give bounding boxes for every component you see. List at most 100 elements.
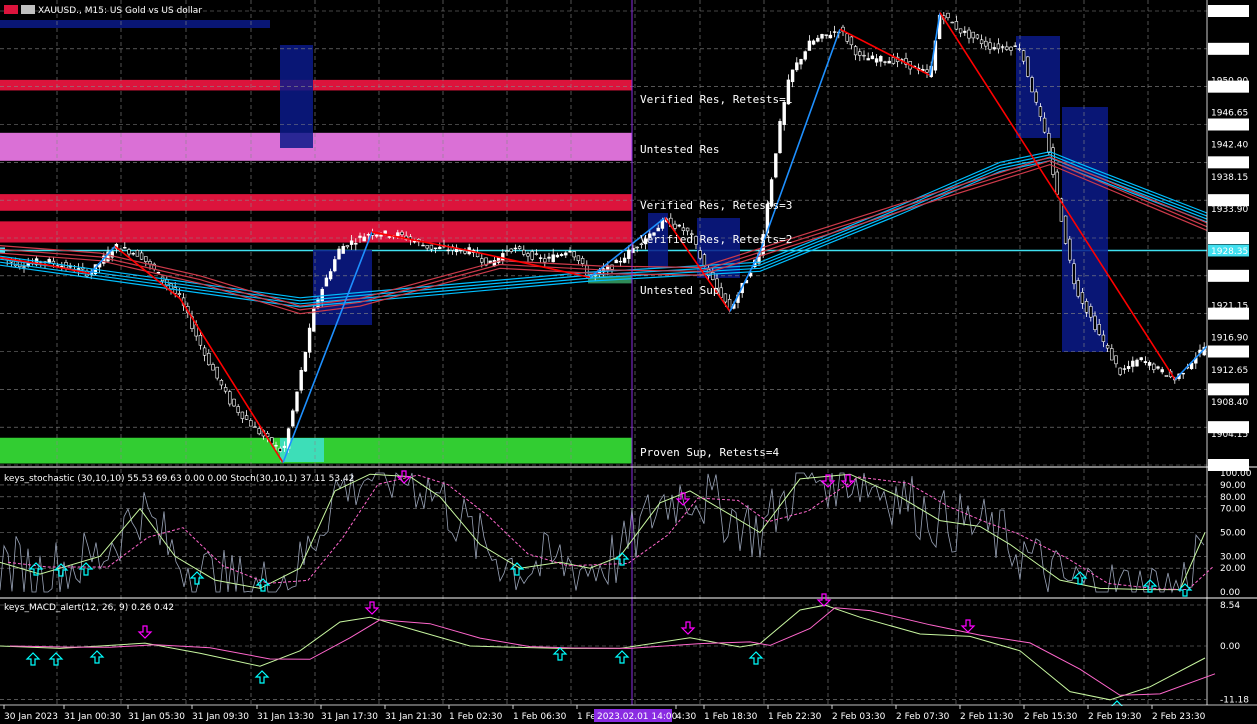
time-label-6: 31 Jan 21:30 <box>385 712 442 722</box>
candle-body-261 <box>1097 324 1101 335</box>
candle-body-265 <box>1114 355 1118 365</box>
candle-body-50 <box>211 364 215 371</box>
candle-body-240 <box>1009 46 1013 51</box>
price-label-6: 1942.40 <box>1211 141 1248 151</box>
candle-body-103 <box>433 247 438 250</box>
candle-body-209 <box>879 56 883 62</box>
candle-body-41 <box>173 287 177 294</box>
candle-body-190 <box>799 59 803 65</box>
price-label-7: 1940.00 <box>1211 159 1248 169</box>
candle-body-233 <box>979 39 984 45</box>
candle-body-253 <box>1063 215 1068 244</box>
candle-body-139 <box>585 265 589 276</box>
candle-body-225 <box>946 12 950 19</box>
candle-body-243 <box>1021 50 1026 62</box>
price-label-4: 1946.65 <box>1211 109 1248 119</box>
candle-body-135 <box>568 250 572 253</box>
stoch-up-arrow-3 <box>189 571 205 585</box>
candle-body-104 <box>438 246 442 250</box>
candle-body-270 <box>1135 359 1139 367</box>
candle-body-121 <box>509 248 513 252</box>
candle-body-55 <box>232 398 236 407</box>
candle-body-147 <box>618 260 623 263</box>
candle-body-77 <box>324 277 329 287</box>
candle-body-58 <box>244 415 249 420</box>
candle-body-119 <box>501 253 505 261</box>
zone-band-0 <box>0 79 632 91</box>
candle-body-220 <box>925 69 929 73</box>
price-label-0: 1960.00 <box>1211 8 1248 18</box>
candle-body-133 <box>559 254 564 256</box>
time-label-18: 2 Feb 23:30 <box>1152 712 1206 722</box>
candle-body-122 <box>513 247 518 250</box>
candle-body-206 <box>866 58 870 61</box>
candle-body-162 <box>681 227 686 231</box>
time-label-16: 2 Feb 15:30 <box>1024 712 1078 722</box>
highlight-box-1 <box>280 45 313 148</box>
candle-body-258 <box>1084 301 1089 313</box>
time-label-13: 2 Feb 03:30 <box>832 712 886 722</box>
candle-body-29 <box>123 247 127 249</box>
candle-body-78 <box>328 271 333 280</box>
chart-window[interactable]: Verified Res, Retests=1 Untested Res Verif… <box>0 0 1257 724</box>
candle-body-246 <box>1034 91 1038 103</box>
candle-body-236 <box>992 47 996 50</box>
candle-body-272 <box>1143 361 1148 364</box>
candle-body-189 <box>795 62 799 71</box>
time-label-0: 30 Jan 2023 <box>4 712 58 722</box>
candle-body-207 <box>870 55 875 60</box>
candle-body-267 <box>1122 368 1127 370</box>
candle-body-30 <box>127 249 131 255</box>
candle-body-263 <box>1105 345 1110 349</box>
price-label-10: 1933.90 <box>1211 205 1248 215</box>
time-label-1: 31 Jan 00:30 <box>64 712 121 722</box>
macd-up-arrow-4 <box>552 647 568 661</box>
chart-canvas[interactable]: Verified Res, Retests=1 Untested Res Verif… <box>0 0 1257 724</box>
candle-body-48 <box>202 347 207 356</box>
candle-body-5 <box>22 266 26 268</box>
candle-body-256 <box>1076 280 1080 297</box>
candle-body-132 <box>555 254 560 258</box>
zone-band-3 <box>0 221 632 243</box>
candle-body-146 <box>614 259 618 264</box>
candle-body-198 <box>832 31 837 33</box>
candle-body-273 <box>1147 362 1152 366</box>
candle-body-237 <box>996 43 1001 50</box>
chart-title: XAUUSD., M15: US Gold vs US dollar <box>38 6 202 16</box>
candle-body-51 <box>215 366 219 379</box>
stoch-level-3: 70.00 <box>1220 505 1246 515</box>
flag-us-icon <box>4 5 18 14</box>
candle-body-129 <box>543 258 547 263</box>
candle-body-255 <box>1072 263 1076 285</box>
candle-body-67 <box>282 445 287 448</box>
candle-body-84 <box>354 242 358 245</box>
candle-body-211 <box>887 60 891 64</box>
candle-body-259 <box>1089 306 1093 318</box>
candle-body-71 <box>299 369 303 391</box>
candle-body-59 <box>249 420 253 427</box>
candle-body-134 <box>564 252 568 256</box>
zone-label-3: Verified Res, Retests=2 <box>640 233 792 246</box>
macd-up-arrow-1 <box>48 652 64 666</box>
candle-body-226 <box>950 21 954 24</box>
macd-down-arrow-2 <box>680 621 696 635</box>
time-label-3: 31 Jan 09:30 <box>192 712 249 722</box>
candle-body-126 <box>530 251 534 260</box>
candle-body-131 <box>551 254 555 263</box>
candle-body-137 <box>576 255 581 261</box>
candle-body-167 <box>702 254 707 267</box>
chart-type-icon[interactable] <box>21 5 35 14</box>
candle-body-208 <box>874 58 879 63</box>
zone-label-5: Proven Sup, Retests=4 <box>640 446 779 459</box>
candle-body-91 <box>383 230 387 234</box>
candle-body-102 <box>429 244 434 250</box>
price-label-11: 1930.00 <box>1211 235 1248 245</box>
candle-body-271 <box>1139 357 1143 361</box>
macd-level-0: 8.54 <box>1220 601 1240 611</box>
zone-label-2: Verified Res, Retests=3 <box>640 199 792 212</box>
candle-body-191 <box>803 51 807 60</box>
candle-body-193 <box>811 40 816 45</box>
macd-level-2: -11.18 <box>1220 696 1249 706</box>
candle-body-54 <box>228 391 232 405</box>
price-label-18: 1912.65 <box>1211 366 1248 376</box>
